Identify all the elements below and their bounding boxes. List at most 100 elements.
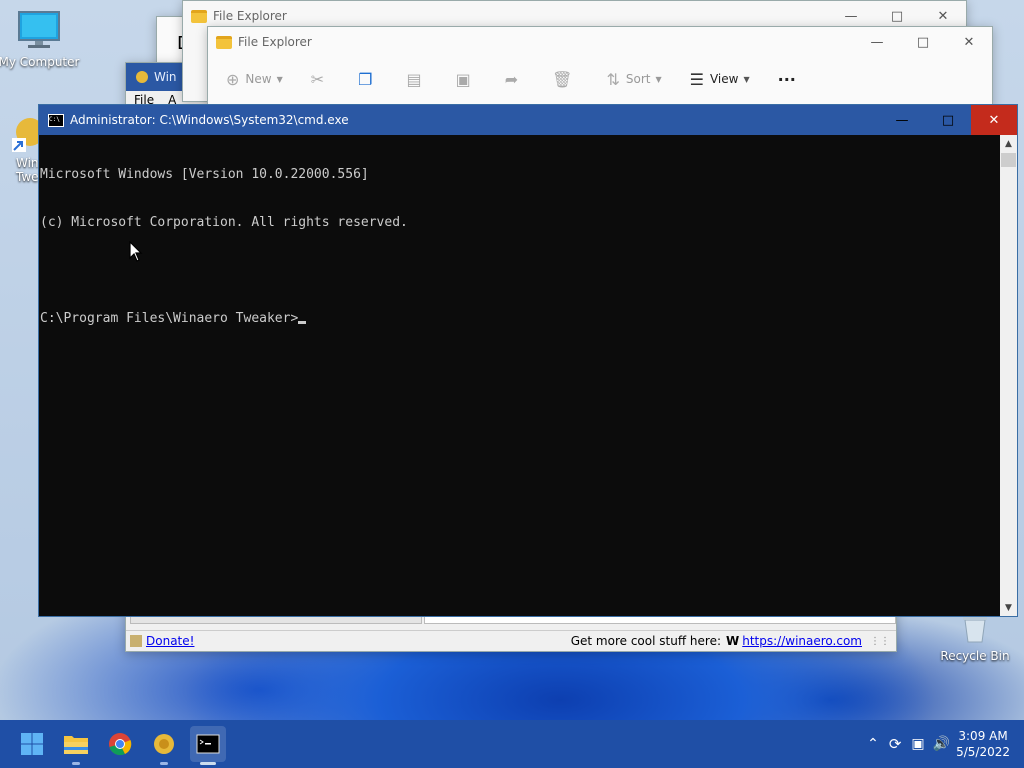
sync-icon[interactable]: ⟳: [889, 735, 902, 753]
new-button[interactable]: ⊕ New ▼: [226, 70, 283, 89]
close-icon: ✕: [988, 112, 1000, 128]
share-button[interactable]: ➦: [505, 70, 524, 89]
donate-icon: [130, 635, 142, 647]
minimize-button[interactable]: —: [854, 27, 900, 57]
close-icon: ✕: [937, 8, 949, 24]
sort-label: Sort: [625, 72, 651, 86]
desktop-icon-my-computer[interactable]: My Computer: [0, 10, 81, 69]
sort-button[interactable]: ⇅ Sort ▼: [606, 70, 661, 89]
scroll-thumb[interactable]: [1001, 153, 1016, 167]
winaero-app-icon: [136, 71, 148, 83]
minimize-icon: —: [895, 112, 909, 128]
command-prompt-icon: [196, 734, 220, 754]
view-list-icon: ☰: [689, 69, 704, 89]
console-line: Microsoft Windows [Version 10.0.22000.55…: [40, 167, 369, 182]
cmd-vertical-scrollbar[interactable]: ▲ ▼: [1000, 135, 1017, 616]
taskbar: ⌃ ⟳ ▣ 🔊 3:09 AM 5/5/2022: [0, 720, 1024, 768]
console-line: ​: [39, 263, 999, 279]
running-indicator: [72, 762, 80, 765]
chevron-down-icon: ▼: [655, 74, 662, 84]
cmd-window[interactable]: C:\ Administrator: C:\Windows\System32\c…: [38, 104, 1018, 617]
mouse-pointer-icon: [129, 241, 143, 262]
winaero-tweaker-icon: [12, 118, 44, 152]
clock-time: 3:09 AM: [958, 729, 1008, 743]
file-explorer-window-front[interactable]: File Explorer — □ ✕ ⊕ New ▼ ✂ ❐ ▤ ▣ ➦ 🗑 …: [207, 26, 993, 108]
chevron-up-icon[interactable]: ⌃: [867, 736, 879, 752]
maximize-button[interactable]: □: [900, 27, 946, 57]
delete-button[interactable]: 🗑: [552, 70, 578, 89]
minimize-button[interactable]: —: [879, 105, 925, 135]
winaero-title: Win: [154, 70, 177, 84]
cut-button[interactable]: ✂: [311, 70, 330, 89]
taskbar-chrome[interactable]: [102, 726, 138, 762]
donate-link[interactable]: Donate!: [146, 634, 194, 648]
trash-icon: 🗑: [552, 69, 573, 89]
minimize-icon: —: [870, 34, 884, 50]
desktop-icon-label: My Computer: [0, 55, 80, 69]
more-options-button[interactable]: ···: [778, 70, 796, 89]
share-icon: ➦: [504, 69, 519, 89]
console-prompt-line[interactable]: C:\Program Files\Winaero Tweaker>: [39, 311, 999, 327]
desktop-icon-winaero-shortcut[interactable]: Win Twe: [4, 112, 44, 184]
explorer-front-titlebar[interactable]: File Explorer — □ ✕: [208, 27, 992, 57]
sort-icon: ⇅: [606, 69, 620, 89]
explorer-front-title: File Explorer: [238, 35, 312, 49]
more-stuff-text: Get more cool stuff here:: [570, 634, 721, 648]
cmd-titlebar[interactable]: C:\ Administrator: C:\Windows\System32\c…: [39, 105, 1017, 135]
running-indicator: [200, 762, 216, 765]
explorer-command-bar: ⊕ New ▼ ✂ ❐ ▤ ▣ ➦ 🗑 ⇅ Sort ▼ ☰ View ▼ ··…: [208, 57, 992, 101]
text-cursor: [298, 321, 307, 324]
chevron-down-icon: ▼: [276, 74, 283, 84]
scissors-icon: ✂: [310, 69, 325, 89]
copy-icon: ❐: [358, 69, 373, 89]
new-label: New: [245, 72, 272, 86]
console-output[interactable]: Microsoft Windows [Version 10.0.22000.55…: [39, 135, 999, 616]
minimize-icon: —: [844, 8, 858, 24]
system-tray: ⌃ ⟳ ▣ 🔊 3:09 AM 5/5/2022: [867, 720, 1024, 768]
close-icon: ✕: [963, 34, 975, 50]
copy-button[interactable]: ❐: [358, 70, 378, 89]
view-button[interactable]: ☰ View ▼: [690, 70, 750, 89]
console-prompt: C:\Program Files\Winaero Tweaker>: [40, 311, 299, 326]
cmd-title: Administrator: C:\Windows\System32\cmd.e…: [70, 113, 349, 127]
close-button[interactable]: ✕: [946, 27, 992, 57]
paste-button[interactable]: ▤: [407, 70, 428, 89]
maximize-button[interactable]: □: [925, 105, 971, 135]
rename-button[interactable]: ▣: [456, 70, 477, 89]
network-icon[interactable]: ▣: [911, 736, 924, 752]
running-indicator: [160, 762, 168, 765]
winaero-tweaker-icon: [154, 734, 174, 754]
folder-icon: [64, 736, 88, 754]
folder-icon: [191, 9, 207, 23]
windows-logo-icon: [21, 733, 43, 755]
paste-icon: ▤: [406, 69, 422, 89]
taskbar-command-prompt[interactable]: [190, 726, 226, 765]
explorer-back-title: File Explorer: [213, 9, 287, 23]
folder-icon: [216, 35, 232, 49]
rename-icon: ▣: [455, 69, 471, 89]
winaero-link[interactable]: https://winaero.com: [742, 634, 862, 648]
more-icon: ···: [777, 69, 796, 89]
maximize-icon: □: [916, 34, 930, 50]
resize-grip-icon: ⋮⋮: [870, 635, 890, 647]
shortcut-label-line1: Win: [16, 156, 39, 170]
taskbar-file-explorer[interactable]: [58, 726, 94, 765]
taskbar-winaero-tweaker[interactable]: [146, 726, 182, 765]
winaero-w-icon: W: [726, 634, 740, 648]
maximize-icon: □: [890, 8, 904, 24]
desktop-icon-label: Recycle Bin: [940, 649, 1010, 663]
chrome-icon: [109, 733, 132, 756]
scroll-up-icon[interactable]: ▲: [1000, 135, 1017, 152]
close-button[interactable]: ✕: [971, 105, 1017, 135]
plus-circle-icon: ⊕: [226, 69, 240, 89]
clock-date: 5/5/2022: [956, 745, 1010, 759]
start-button[interactable]: [14, 726, 50, 762]
desktop-icon-recycle-bin[interactable]: Recycle Bin: [933, 612, 1017, 663]
winaero-status-bar: Donate! Get more cool stuff here: W http…: [126, 630, 896, 651]
clock[interactable]: 3:09 AM 5/5/2022: [956, 728, 1010, 760]
scroll-down-icon[interactable]: ▼: [1000, 599, 1017, 616]
volume-icon[interactable]: 🔊: [933, 736, 950, 752]
chevron-down-icon: ▼: [743, 74, 750, 84]
monitor-icon: [18, 11, 60, 48]
shortcut-label-line2: Twe: [16, 170, 39, 184]
